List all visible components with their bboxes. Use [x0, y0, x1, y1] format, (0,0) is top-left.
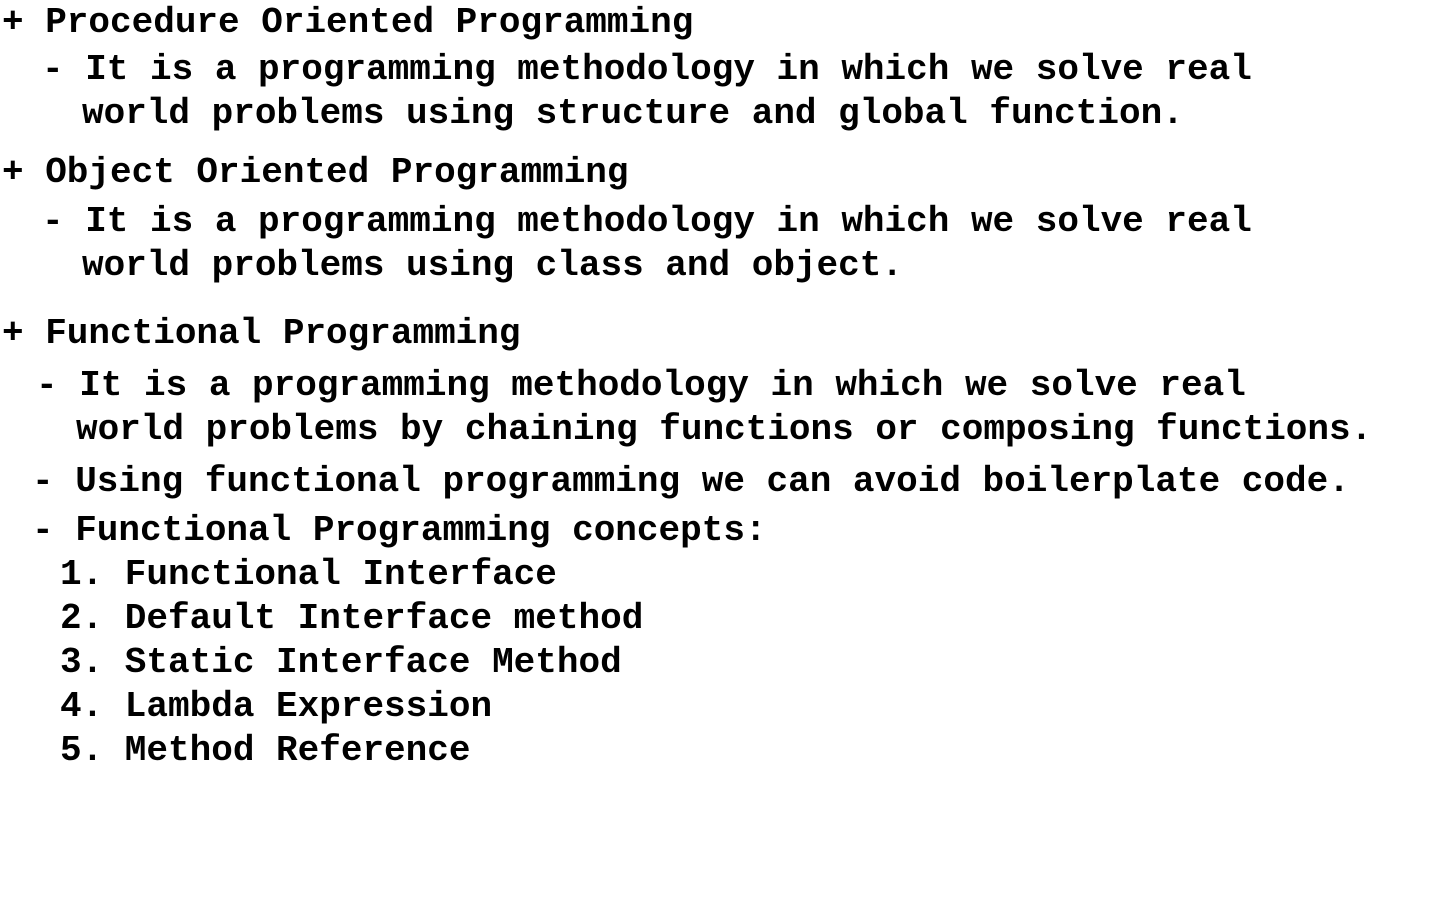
concept-item: 5. Method Reference — [60, 730, 471, 771]
bullet-continuation: world problems using structure and globa… — [82, 93, 1184, 134]
bullet-line: - It is a programming methodology in whi… — [42, 49, 1252, 90]
bullet-continuation: world problems by chaining functions or … — [76, 409, 1373, 450]
bullet-continuation: world problems using class and object. — [82, 245, 903, 286]
concept-item: 3. Static Interface Method — [60, 642, 622, 683]
concept-item: 1. Functional Interface — [60, 554, 557, 595]
section-heading-object-oriented: + Object Oriented Programming — [2, 152, 629, 193]
concept-item: 2. Default Interface method — [60, 598, 644, 639]
section-heading-procedure-oriented: + Procedure Oriented Programming — [2, 2, 694, 43]
bullet-line: - Using functional programming we can av… — [32, 461, 1350, 502]
bullet-line: - Functional Programming concepts: — [32, 510, 767, 551]
section-heading-functional: + Functional Programming — [2, 313, 521, 354]
concept-item: 4. Lambda Expression — [60, 686, 493, 727]
bullet-line: - It is a programming methodology in whi… — [42, 201, 1252, 242]
bullet-line: - It is a programming methodology in whi… — [36, 365, 1246, 406]
